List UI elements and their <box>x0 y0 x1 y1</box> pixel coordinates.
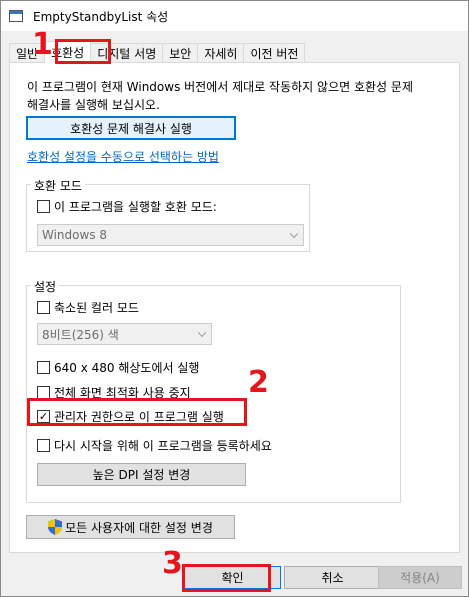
run-as-admin-label: 관리자 권한으로 이 프로그램 실행 <box>54 410 224 424</box>
cancel-button[interactable]: 취소 <box>284 566 381 589</box>
app-window-icon <box>9 10 23 22</box>
color-depth-select-value: 8비트(256) 색 <box>42 327 119 342</box>
compat-mode-label: 호환 모드 <box>31 177 85 194</box>
reduced-color-checkbox[interactable] <box>37 301 50 314</box>
step3-number: 3 <box>162 546 183 581</box>
register-restart-checkbox[interactable] <box>37 439 50 452</box>
color-depth-select[interactable]: 8비트(256) 색 <box>37 323 212 345</box>
run-as-admin-row: ✓ 관리자 권한으로 이 프로그램 실행 <box>37 408 224 425</box>
run-as-admin-checkbox[interactable]: ✓ <box>37 410 50 423</box>
chevron-down-icon <box>197 328 207 338</box>
step2-number: 2 <box>248 365 269 400</box>
res-640-label: 640 x 480 해상도에서 실행 <box>54 361 200 375</box>
tab-details[interactable]: 자세히 <box>197 43 245 63</box>
compat-description: 이 프로그램이 현재 Windows 버전에서 제대로 작동하지 않으면 호환성… <box>27 80 413 112</box>
res-640-row: 640 x 480 해상도에서 실행 <box>37 359 199 376</box>
compat-mode-row: 이 프로그램을 실행할 호환 모드: <box>37 198 217 215</box>
apply-button[interactable]: 적용(A) <box>378 566 462 589</box>
tab-strip: 일반 호환성 디지털 서명 보안 자세히 이전 버전 <box>9 41 306 63</box>
compatibility-panel: 이 프로그램이 현재 Windows 버전에서 제대로 작동하지 않으면 호환성… <box>9 62 460 553</box>
fullscreen-opt-checkbox[interactable] <box>37 386 50 399</box>
all-users-settings-button[interactable]: 모든 사용자에 대한 설정 변경 <box>26 515 235 539</box>
run-troubleshooter-button[interactable]: 호환성 문제 해결사 실행 <box>26 116 236 140</box>
tab-previous-versions[interactable]: 이전 버전 <box>243 43 306 63</box>
tab-security[interactable]: 보안 <box>162 43 199 63</box>
high-dpi-settings-button[interactable]: 높은 DPI 설정 변경 <box>37 463 246 486</box>
chevron-down-icon <box>289 229 299 239</box>
tab-digital-signature[interactable]: 디지털 서명 <box>90 43 164 63</box>
res-640-checkbox[interactable] <box>37 361 50 374</box>
uac-shield-icon <box>48 519 63 535</box>
manual-settings-link[interactable]: 호환성 설정을 수동으로 선택하는 방법 <box>27 148 219 165</box>
all-users-settings-label: 모든 사용자에 대한 설정 변경 <box>65 520 213 535</box>
title-bar: EmptyStandbyList 속성 <box>1 1 468 31</box>
compat-mode-select-value: Windows 8 <box>42 228 108 242</box>
window-title: EmptyStandbyList 속성 <box>33 9 169 24</box>
ok-button[interactable]: 확인 <box>184 566 281 589</box>
fullscreen-opt-row: 전체 화면 최적화 사용 중지 <box>37 384 191 401</box>
reduced-color-label: 축소된 컬러 모드 <box>54 301 139 315</box>
fullscreen-opt-label: 전체 화면 최적화 사용 중지 <box>54 386 191 400</box>
properties-dialog: EmptyStandbyList 속성 일반 호환성 디지털 서명 보안 자세히… <box>0 0 469 597</box>
step1-number: 1 <box>32 27 53 62</box>
settings-label: 설정 <box>31 278 60 295</box>
compat-mode-checkbox-label: 이 프로그램을 실행할 호환 모드: <box>54 200 217 214</box>
register-restart-row: 다시 시작을 위해 이 프로그램을 등록하세요 <box>37 437 272 454</box>
register-restart-label: 다시 시작을 위해 이 프로그램을 등록하세요 <box>54 439 272 453</box>
compat-mode-checkbox[interactable] <box>37 200 50 213</box>
reduced-color-row: 축소된 컬러 모드 <box>37 299 139 316</box>
compat-mode-select[interactable]: Windows 8 <box>37 224 304 246</box>
